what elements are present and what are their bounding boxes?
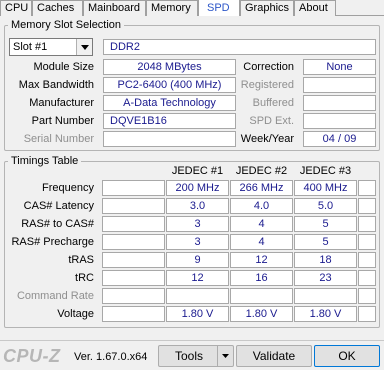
timing-blank-cell [358, 252, 376, 268]
manufacturer-label: Manufacturer [29, 97, 94, 109]
module-size-field: 2048 MBytes [103, 59, 236, 75]
tab-memory[interactable]: Memory [146, 0, 198, 16]
correction-label: Correction [243, 61, 294, 73]
timing-blank-cell [358, 288, 376, 304]
cas-latency-jedec3: 5.0 [294, 198, 357, 214]
timing-column-header: JEDEC #3 [299, 165, 352, 177]
tab-spd[interactable]: SPD [198, 0, 240, 16]
cpu-z-logo: CPU-Z [3, 346, 61, 366]
frequency-jedec2: 266 MHz [230, 180, 293, 196]
max-bandwidth-label: Max Bandwidth [18, 79, 94, 91]
tools-dropdown-arrow[interactable] [217, 346, 233, 366]
cas-latency-label: CAS# Latency [23, 200, 94, 212]
timing-blank-cell [102, 180, 165, 196]
ras-precharge-jedec1: 3 [166, 234, 229, 250]
tab-mainboard[interactable]: Mainboard [83, 0, 146, 16]
tras-jedec3: 18 [294, 252, 357, 268]
module-size-label: Module Size [33, 61, 94, 73]
tras-label: tRAS [68, 254, 94, 266]
timing-blank-cell [358, 270, 376, 286]
cas-latency-jedec2: 4.0 [230, 198, 293, 214]
memory-type-field: DDR2 [103, 39, 376, 55]
timing-blank-cell [102, 216, 165, 232]
trc-jedec3: 23 [294, 270, 357, 286]
timing-blank-cell [358, 216, 376, 232]
tras-jedec2: 12 [230, 252, 293, 268]
voltage-jedec1: 1.80 V [166, 306, 229, 322]
ras-precharge-jedec3: 5 [294, 234, 357, 250]
timing-blank-cell [102, 234, 165, 250]
version-label: Ver. 1.67.0.x64 [74, 351, 148, 363]
footer-divider [0, 340, 384, 341]
buffered-field [303, 95, 376, 111]
timing-blank-cell [358, 198, 376, 214]
timing-blank-cell [358, 180, 376, 196]
timing-column-header: JEDEC #2 [235, 165, 288, 177]
serial-number-field [103, 131, 236, 147]
week-year-field: 04 / 09 [303, 131, 376, 147]
part-number-field: DQVE1B16 [103, 113, 236, 129]
frequency-jedec3: 400 MHz [294, 180, 357, 196]
ras-precharge-label: RAS# Precharge [11, 236, 94, 248]
chevron-down-icon[interactable] [76, 39, 92, 55]
tras-jedec1: 9 [166, 252, 229, 268]
correction-field: None [303, 59, 376, 75]
timing-blank-cell [102, 288, 165, 304]
ok-button[interactable]: OK [314, 345, 380, 367]
ras-to-cas-label: RAS# to CAS# [21, 218, 94, 230]
registered-field [303, 77, 376, 93]
command-rate-jedec2 [230, 288, 293, 304]
ras-to-cas-jedec1: 3 [166, 216, 229, 232]
slot-select-value: Slot #1 [13, 41, 48, 53]
trc-jedec1: 12 [166, 270, 229, 286]
buffered-label: Buffered [252, 97, 294, 109]
slot-select[interactable]: Slot #1 [9, 38, 93, 56]
timing-blank-cell [358, 234, 376, 250]
timings-table-title: Timings Table [8, 155, 82, 167]
timing-blank-cell [358, 306, 376, 322]
timing-blank-cell [102, 306, 165, 322]
tab-graphics[interactable]: Graphics [240, 0, 294, 16]
registered-label: Registered [240, 79, 294, 91]
spd-ext-field [303, 113, 376, 129]
voltage-jedec3: 1.80 V [294, 306, 357, 322]
trc-jedec2: 16 [230, 270, 293, 286]
chevron-down-icon [222, 354, 229, 358]
frequency-jedec1: 200 MHz [166, 180, 229, 196]
serial-number-label: Serial Number [23, 133, 94, 145]
command-rate-label: Command Rate [16, 290, 94, 302]
week-year-label: Week/Year [240, 133, 294, 145]
tab-caches[interactable]: Caches [32, 0, 83, 16]
command-rate-jedec3 [294, 288, 357, 304]
voltage-label: Voltage [57, 308, 94, 320]
tools-button-label: Tools [174, 349, 203, 363]
voltage-jedec2: 1.80 V [230, 306, 293, 322]
cas-latency-jedec1: 3.0 [166, 198, 229, 214]
tab-about[interactable]: About [294, 0, 336, 16]
timing-blank-cell [102, 270, 165, 286]
tools-button[interactable]: Tools [158, 345, 234, 367]
trc-label: tRC [75, 272, 94, 284]
ras-precharge-jedec2: 4 [230, 234, 293, 250]
validate-button[interactable]: Validate [236, 345, 312, 367]
spd-ext-label: SPD Ext. [249, 115, 294, 127]
memory-slot-selection-title: Memory Slot Selection [8, 19, 125, 31]
max-bandwidth-field: PC2-6400 (400 MHz) [103, 77, 236, 93]
command-rate-jedec1 [166, 288, 229, 304]
ras-to-cas-jedec3: 5 [294, 216, 357, 232]
ras-to-cas-jedec2: 4 [230, 216, 293, 232]
part-number-label: Part Number [31, 115, 94, 127]
timing-blank-cell [102, 198, 165, 214]
frequency-label: Frequency [42, 182, 94, 194]
tab-cpu[interactable]: CPU [0, 0, 32, 16]
timing-blank-cell [102, 252, 165, 268]
manufacturer-field: A-Data Technology [103, 95, 236, 111]
timing-column-header: JEDEC #1 [171, 165, 224, 177]
